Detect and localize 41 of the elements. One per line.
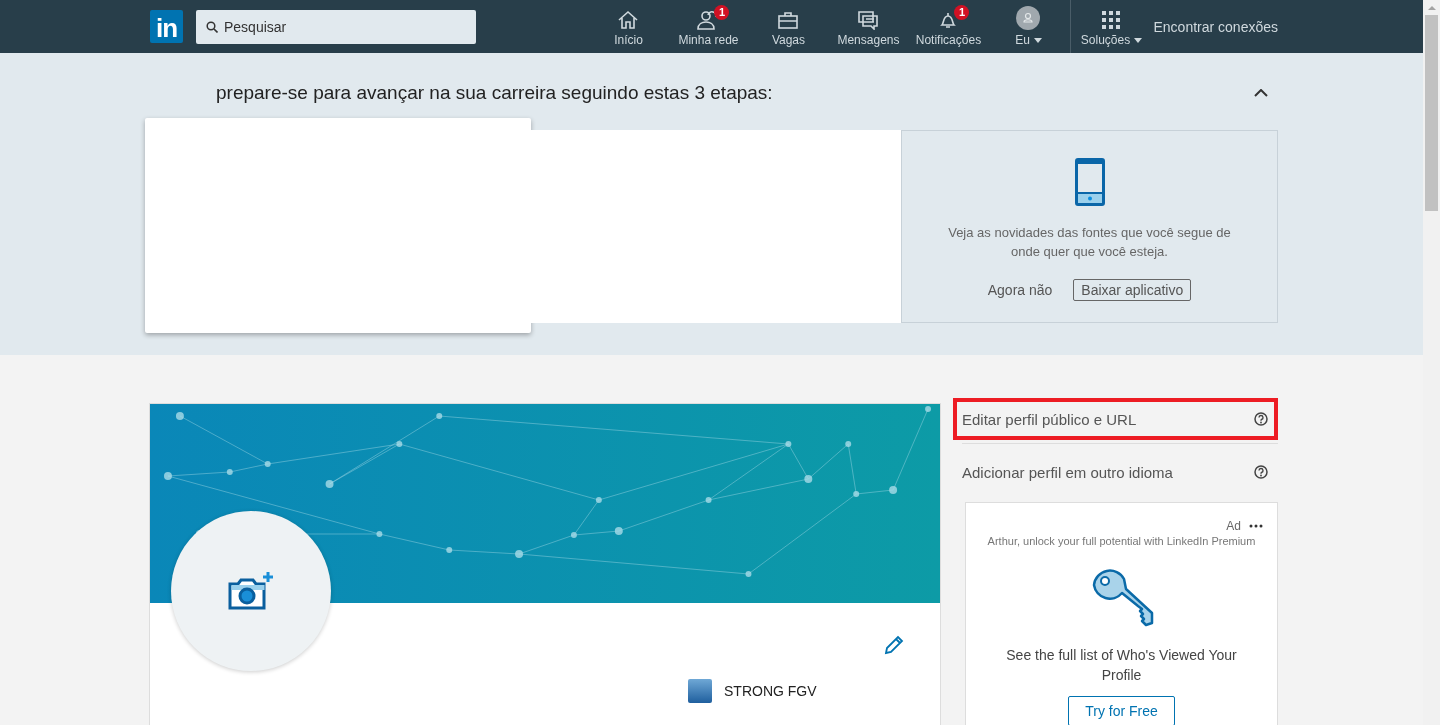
grid-icon xyxy=(1101,10,1122,30)
nav-item[interactable]: Soluções xyxy=(1071,0,1152,53)
school-logo xyxy=(688,679,712,703)
ad-text: See the full list of Who's Viewed Your Profile xyxy=(1005,646,1238,685)
nav-item[interactable]: Eu xyxy=(988,0,1069,53)
add-photo-camera-icon xyxy=(228,571,274,611)
banner-title: prepare-se para avançar na sua carreira seguindo estas 3 etapas: xyxy=(216,81,774,104)
logo[interactable]: in xyxy=(150,10,183,43)
edit-pencil-icon[interactable] xyxy=(884,635,904,655)
nav-item[interactable]: Notificações 1 xyxy=(908,0,989,53)
nav-item[interactable]: Mensagens xyxy=(828,0,909,53)
caret-icon xyxy=(1134,37,1143,43)
help-icon[interactable] xyxy=(1254,465,1268,479)
search-icon xyxy=(206,20,218,33)
try-for-free-button[interactable]: Try for Free xyxy=(1068,696,1175,725)
nav-item[interactable]: Minha rede 1 xyxy=(668,0,749,53)
nav-item[interactable]: Início xyxy=(588,0,669,53)
bell-icon xyxy=(938,10,959,30)
phone-icon xyxy=(1074,158,1105,206)
download-app-button[interactable]: Baixar aplicativo xyxy=(1073,279,1192,301)
help-icon[interactable] xyxy=(1254,412,1268,426)
notification-badge: 1 xyxy=(954,5,970,20)
app-promo-text: Veja as novidades das fontes que você segue de onde quer que você esteja. xyxy=(947,224,1232,261)
briefcase-icon xyxy=(777,10,800,30)
dismiss-link[interactable]: Agora não xyxy=(987,282,1053,298)
notification-badge: 1 xyxy=(714,5,730,20)
ad-label: Ad xyxy=(1226,519,1241,533)
more-options-icon[interactable] xyxy=(1249,524,1263,528)
collapse-icon[interactable] xyxy=(1254,88,1268,97)
avatar-icon xyxy=(1016,6,1041,30)
caret-icon xyxy=(1033,37,1042,43)
find-connections-link[interactable]: Encontrar conexões xyxy=(1153,18,1278,35)
search-field[interactable]: Pesquisar xyxy=(196,9,476,44)
home-icon xyxy=(617,10,640,30)
sidebar-link[interactable]: Adicionar perfil em outro idioma xyxy=(962,463,1173,481)
nav-item[interactable]: Vagas xyxy=(748,0,829,53)
school-name[interactable]: STRONG FGV xyxy=(724,683,817,699)
sidebar-link[interactable]: Editar perfil público e URL xyxy=(962,410,1137,428)
scrollbar[interactable] xyxy=(1423,0,1440,725)
ad-headline: Arthur, unlock your full potential with LinkedIn Premium xyxy=(987,534,1256,549)
chat-icon xyxy=(857,10,880,30)
